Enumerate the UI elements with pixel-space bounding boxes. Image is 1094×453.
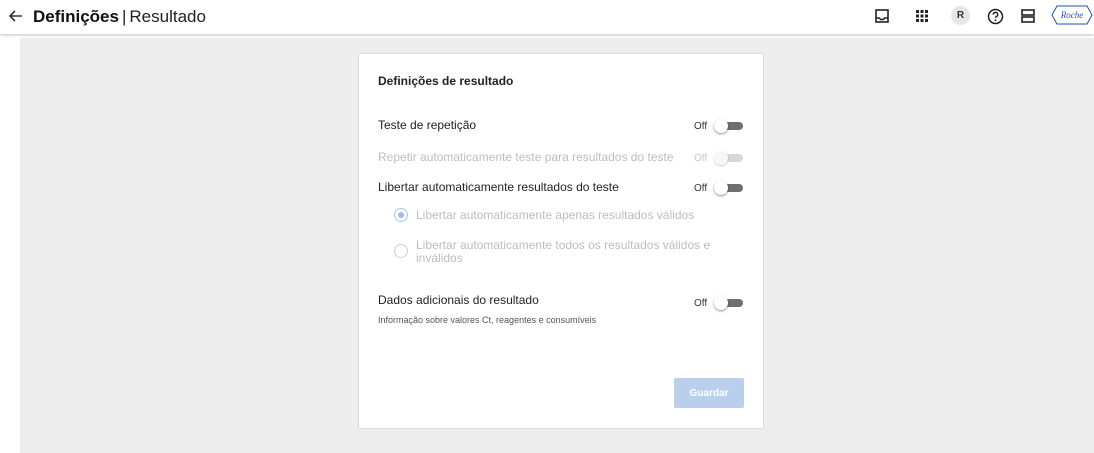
back-arrow-icon[interactable] (4, 5, 26, 27)
page-title-main: Definições (33, 7, 119, 26)
radio-valid-only-label: Libertar automaticamente apenas resultad… (416, 208, 695, 222)
card-title: Definições de resultado (378, 74, 514, 88)
apps-grid-icon[interactable] (912, 6, 932, 26)
auto-release-label: Libertar automaticamente resultados do t… (378, 180, 619, 194)
help-icon[interactable] (985, 6, 1005, 26)
app-header: Definições | Resultado R Roche (0, 0, 1094, 34)
storage-icon[interactable] (1018, 6, 1038, 26)
save-button[interactable]: Guardar (674, 378, 744, 408)
page-title-sub: Resultado (129, 7, 206, 26)
repeat-test-toggle[interactable] (714, 119, 744, 133)
auto-repeat-toggle[interactable] (714, 151, 744, 165)
repeat-test-label: Teste de repetição (378, 118, 477, 132)
auto-release-toggle[interactable] (714, 181, 744, 195)
auto-repeat-label: Repetir automaticamente teste para resul… (378, 150, 674, 164)
inbox-icon[interactable] (872, 6, 892, 26)
title-separator: | (121, 7, 127, 26)
page-title: Definições | Resultado (33, 7, 206, 27)
repeat-test-state: Off (694, 121, 708, 132)
additional-data-description: Informação sobre valores Ct, reagentes e… (378, 315, 597, 325)
result-settings-card: Definições de resultado Teste de repetiç… (358, 53, 764, 429)
radio-all-results[interactable] (394, 244, 408, 258)
additional-data-toggle[interactable] (714, 296, 744, 310)
additional-data-label: Dados adicionais do resultado (378, 293, 539, 307)
auto-repeat-state: Off (694, 153, 708, 164)
avatar[interactable]: R (951, 6, 970, 25)
radio-valid-only[interactable] (394, 208, 408, 222)
roche-logo-text: Roche (1060, 10, 1084, 20)
additional-data-state: Off (694, 298, 708, 309)
roche-logo[interactable]: Roche (1051, 5, 1093, 25)
radio-all-results-label: Libertar automaticamente todos os result… (416, 238, 711, 265)
auto-release-state: Off (694, 183, 708, 194)
